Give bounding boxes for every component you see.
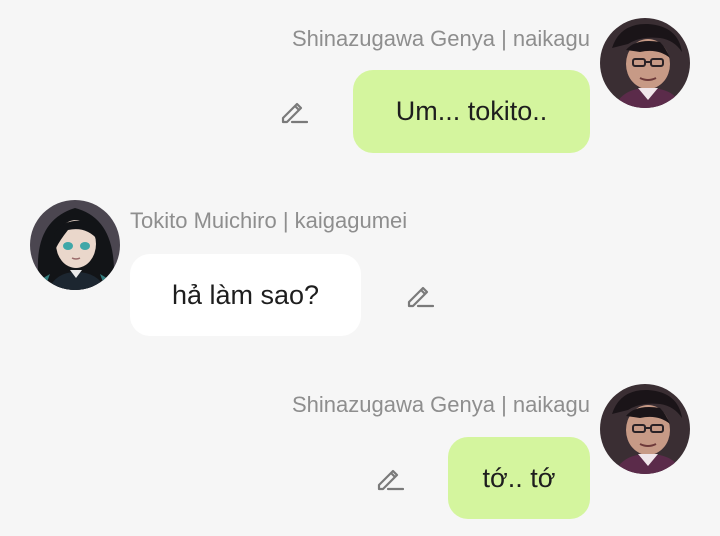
message-bubble[interactable]: hả làm sao? <box>130 254 361 336</box>
genya-avatar[interactable] <box>600 384 690 474</box>
message-bubble[interactable]: tớ.. tớ <box>448 437 590 519</box>
pencil-edit-icon[interactable] <box>278 96 308 126</box>
pencil-edit-icon[interactable] <box>374 463 404 493</box>
avatar-image <box>600 384 690 474</box>
avatar-image <box>30 200 120 290</box>
message-bubble[interactable]: Um... tokito.. <box>353 70 590 153</box>
sender-name: Shinazugawa Genya | naikagu <box>291 26 590 51</box>
sender-name: Shinazugawa Genya | naikagu <box>291 392 590 417</box>
genya-avatar[interactable] <box>600 18 690 108</box>
muichiro-avatar[interactable] <box>30 200 120 290</box>
pencil-edit-icon[interactable] <box>404 280 434 310</box>
avatar-image <box>600 18 690 108</box>
sender-name: Tokito Muichiro | kaigagumei <box>130 208 408 233</box>
